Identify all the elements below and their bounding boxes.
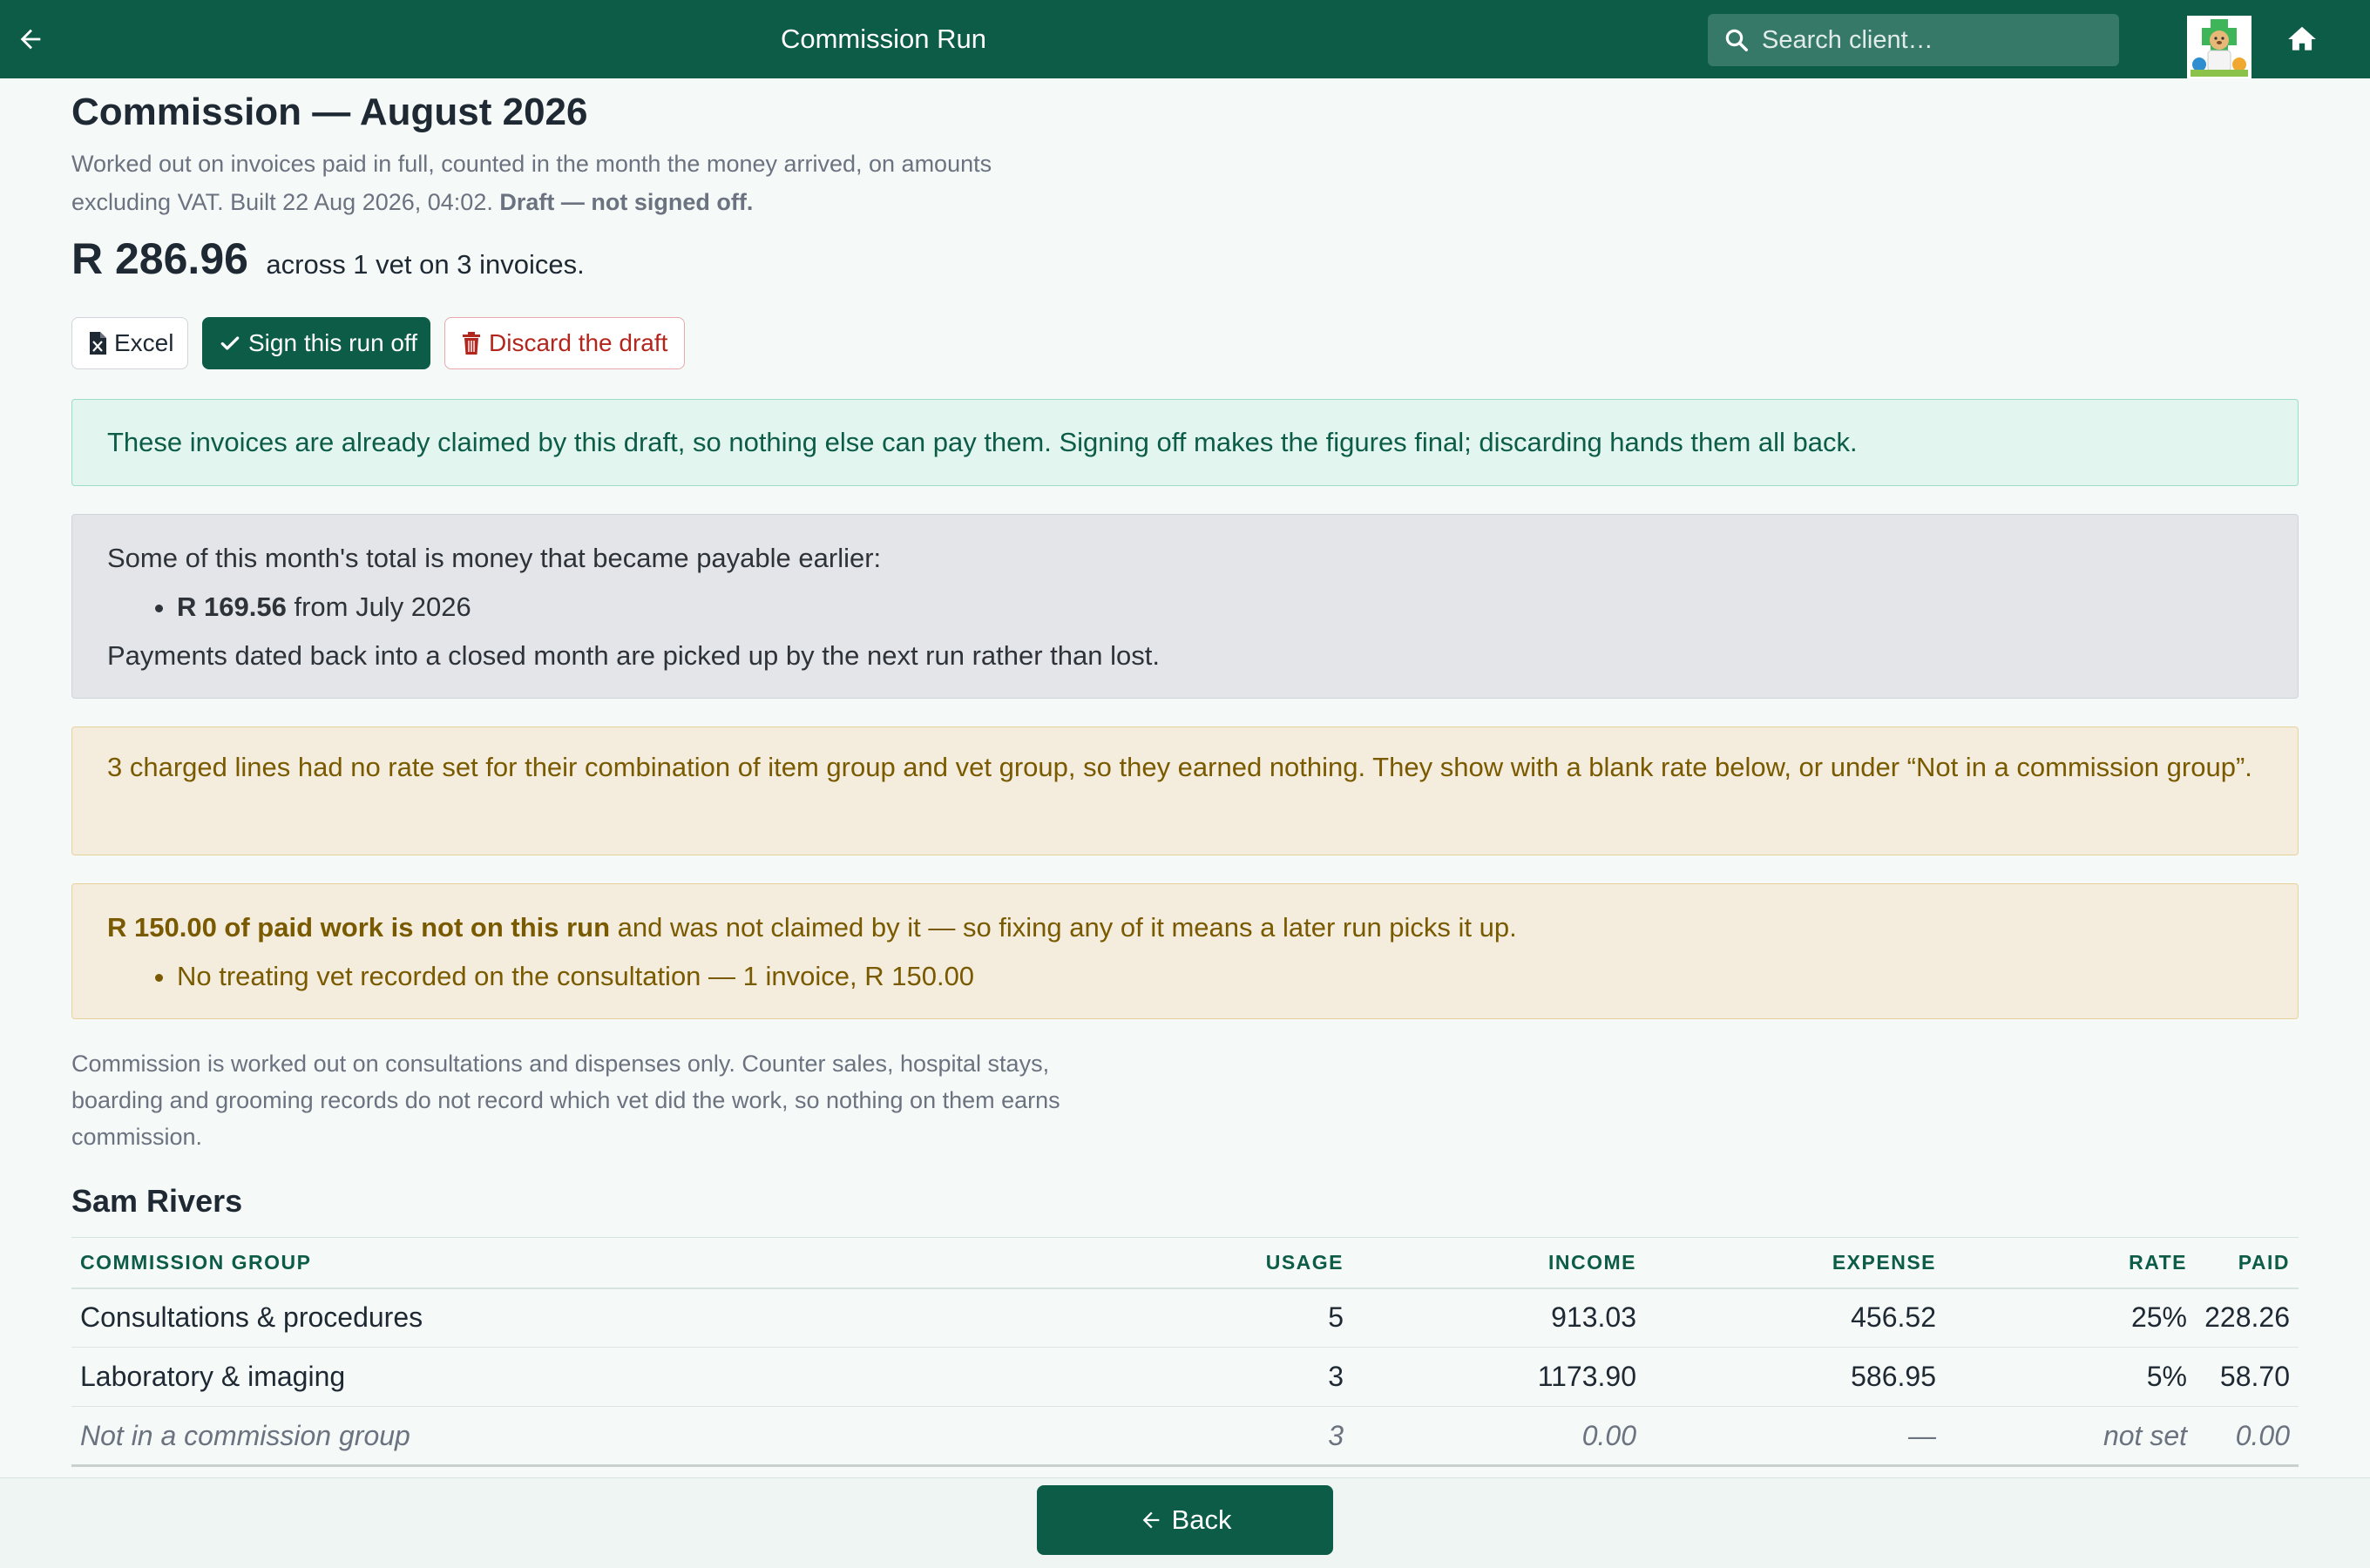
earlier-payable-intro: Some of this month's total is money that…	[107, 543, 882, 573]
cell-group: Laboratory & imaging	[71, 1347, 1169, 1407]
arrow-left-icon	[1142, 1511, 1159, 1529]
column-header-commission-group: Commission group	[71, 1237, 1169, 1289]
no-rate-warning: 3 charged lines had no rate set for thei…	[71, 727, 2299, 855]
discard-draft-label: Discard the draft	[489, 329, 668, 356]
earlier-source: from July 2026	[294, 591, 471, 622]
column-header-rate: Rate	[1945, 1237, 2196, 1289]
total-amount: R 286.96	[71, 234, 248, 283]
cell-paid: 58.70	[2196, 1347, 2299, 1407]
footer-bar: Back	[0, 1477, 2370, 1568]
list-item: R 169.56 from July 2026	[177, 583, 2263, 632]
search-icon	[1725, 29, 1748, 51]
cell-group: Consultations & procedures	[71, 1288, 1169, 1348]
cell-paid: 0.00	[2196, 1406, 2299, 1467]
page-title: Commission — August 2026	[71, 91, 588, 133]
column-header-income: Income	[1352, 1237, 1645, 1289]
cell-rate: 5%	[1945, 1347, 2196, 1407]
earlier-payable-list: R 169.56 from July 2026	[142, 583, 2263, 632]
cell-income: 913.03	[1352, 1288, 1645, 1348]
cell-rate: 25%	[1945, 1288, 2196, 1348]
cell-paid: 228.26	[2196, 1288, 2299, 1348]
cell-income: 1173.90	[1352, 1347, 1645, 1407]
table-row: Laboratory & imaging 3 1173.90 586.95 5%…	[71, 1347, 2299, 1407]
app-title: Commission Run	[780, 24, 986, 54]
cell-expense: 586.95	[1645, 1347, 1945, 1407]
unclaimed-work-text: R 150.00 of paid work is not on this run…	[107, 903, 2263, 952]
table-row: Consultations & procedures 5 913.03 456.…	[71, 1288, 2299, 1348]
cell-usage: 3	[1169, 1406, 1352, 1467]
unclaimed-work-detail: and was not claimed by it — so fixing an…	[610, 912, 1517, 943]
cell-expense: —	[1645, 1406, 1945, 1467]
trash-icon	[463, 332, 480, 355]
column-header-usage: Usage	[1169, 1237, 1352, 1289]
check-icon	[220, 336, 240, 350]
table-header-row: Commission group Usage Income Expense Ra…	[71, 1237, 2299, 1289]
scope-note: Commission is worked out on consultation…	[71, 1051, 1060, 1150]
clinic-logo[interactable]	[2187, 16, 2252, 78]
cell-usage: 3	[1169, 1347, 1352, 1407]
back-button-label: Back	[1171, 1504, 1232, 1535]
discard-draft-button[interactable]: Discard the draft	[444, 317, 685, 369]
excel-file-icon	[90, 332, 106, 355]
total-summary: across 1 vet on 3 invoices.	[266, 249, 585, 280]
cell-expense: 456.52	[1645, 1288, 1945, 1348]
search-box[interactable]	[1708, 14, 2119, 66]
clinic-logo-graphic	[2187, 16, 2252, 78]
sign-off-label: Sign this run off	[248, 329, 418, 356]
list-item: No treating vet recorded on the consulta…	[177, 952, 2263, 1001]
cell-rate: not set	[1945, 1406, 2196, 1467]
back-button[interactable]: Back	[1037, 1485, 1333, 1555]
earlier-payable-note: Payments dated back into a closed month …	[107, 640, 1160, 671]
vet-name: Sam Rivers	[71, 1183, 243, 1219]
cell-usage: 5	[1169, 1288, 1352, 1348]
excel-export-label: Excel	[114, 329, 174, 356]
excel-export-button[interactable]: Excel	[71, 317, 188, 369]
column-header-paid: Paid	[2196, 1237, 2299, 1289]
cell-group: Not in a commission group	[71, 1406, 1169, 1467]
cell-income: 0.00	[1352, 1406, 1645, 1467]
table-row: Not in a commission group 3 0.00 — not s…	[71, 1406, 2299, 1467]
unclaimed-work-amount: R 150.00 of paid work is not on this run	[107, 912, 611, 943]
sign-off-button[interactable]: Sign this run off	[202, 317, 430, 369]
claimed-invoices-notice: These invoices are already claimed by th…	[71, 399, 2299, 486]
home-icon[interactable]	[2285, 23, 2319, 56]
earlier-amount: R 169.56	[177, 591, 287, 622]
unclaimed-work-list: No treating vet recorded on the consulta…	[142, 952, 2263, 1001]
column-header-expense: Expense	[1645, 1237, 1945, 1289]
top-bar: Commission Run	[0, 0, 2370, 78]
earlier-payable-notice: Some of this month's total is money that…	[71, 514, 2299, 699]
unclaimed-work-warning: R 150.00 of paid work is not on this run…	[71, 883, 2299, 1019]
commission-table: Commission group Usage Income Expense Ra…	[71, 1237, 2299, 1467]
search-input[interactable]	[1762, 14, 2110, 66]
run-status: Draft — not signed off.	[499, 189, 754, 215]
run-description: Worked out on invoices paid in full, cou…	[71, 145, 995, 221]
run-total: R 286.96 across 1 vet on 3 invoices.	[71, 233, 585, 284]
